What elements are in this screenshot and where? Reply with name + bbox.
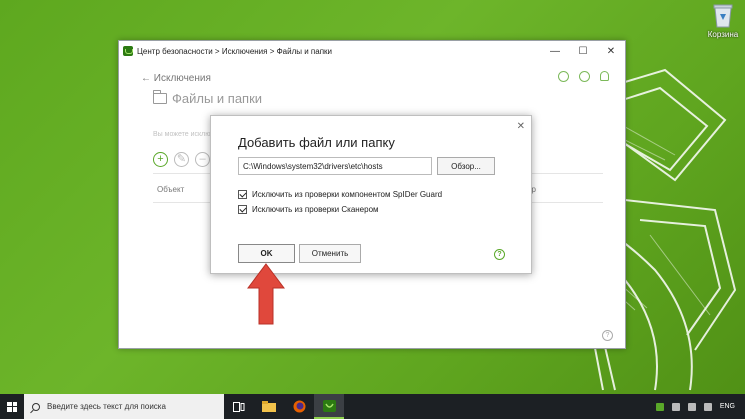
dr-web-icon xyxy=(322,399,336,412)
taskbar-search[interactable]: Введите здесь текст для поиска xyxy=(24,394,224,419)
search-icon xyxy=(32,402,40,411)
gear-icon[interactable] xyxy=(558,71,569,82)
folder-icon xyxy=(152,90,167,104)
taskbar: Введите здесь текст для поиска ENG xyxy=(0,394,745,419)
maximize-button[interactable]: ☐ xyxy=(569,41,597,61)
system-tray: ENG xyxy=(655,402,745,411)
recycle-bin-label: Корзина xyxy=(707,30,739,39)
page-title: Файлы и папки xyxy=(152,90,263,106)
firefox-icon xyxy=(293,400,305,413)
minimize-button[interactable]: — xyxy=(541,41,569,61)
help-icon[interactable]: ? xyxy=(602,330,613,341)
dialog-close-icon[interactable]: ✕ xyxy=(517,121,525,132)
add-file-dialog: ✕ Добавить файл или папку Обзор... Исклю… xyxy=(210,115,532,274)
add-icon[interactable]: + xyxy=(153,152,168,167)
dr-web-app-icon xyxy=(123,46,133,56)
browse-button[interactable]: Обзор... xyxy=(437,157,495,175)
task-view-button[interactable] xyxy=(224,394,254,419)
path-input[interactable] xyxy=(238,157,432,175)
windows-logo-icon xyxy=(7,401,17,412)
start-button[interactable] xyxy=(0,394,24,419)
dr-web-taskbar-button[interactable] xyxy=(314,394,344,419)
delete-icon[interactable]: – xyxy=(195,152,210,167)
exclude-spider-guard-checkbox-row[interactable]: Исключить из проверки компонентом SpIDer… xyxy=(238,190,442,199)
arrow-left-icon: ← xyxy=(141,73,154,84)
column-object[interactable]: Объект xyxy=(157,185,184,194)
exclude-scanner-checkbox[interactable] xyxy=(238,205,247,214)
close-button[interactable]: ✕ xyxy=(597,41,625,61)
exclude-spider-guard-checkbox[interactable] xyxy=(238,190,247,199)
bluetooth-icon[interactable] xyxy=(671,402,680,411)
dialog-help-icon[interactable]: ? xyxy=(494,249,505,260)
recycle-bin[interactable]: Корзина xyxy=(703,2,743,39)
firefox-button[interactable] xyxy=(284,394,314,419)
back-link-label: Исключения xyxy=(153,73,211,84)
bell-icon[interactable] xyxy=(600,71,609,81)
back-link[interactable]: ← Исключения xyxy=(141,73,211,84)
search-placeholder: Введите здесь текст для поиска xyxy=(47,402,166,411)
red-pointer-arrow-icon xyxy=(247,263,285,325)
cancel-button[interactable]: Отменить xyxy=(299,244,361,263)
exclude-scanner-label[interactable]: Исключить из проверки Сканером xyxy=(252,205,379,214)
recycle-bin-icon xyxy=(712,2,734,28)
dialog-title: Добавить файл или папку xyxy=(238,135,395,150)
task-view-icon xyxy=(233,401,245,412)
window-title: Центр безопасности > Исключения > Файлы … xyxy=(137,46,333,56)
dr-web-tray-icon[interactable] xyxy=(655,402,664,411)
title-bar[interactable]: Центр безопасности > Исключения > Файлы … xyxy=(119,41,625,61)
exclude-spider-guard-label[interactable]: Исключить из проверки компонентом SpIDer… xyxy=(252,190,442,199)
edit-icon[interactable]: ✎ xyxy=(174,152,189,167)
file-explorer-icon xyxy=(262,401,276,412)
ok-button[interactable]: OK xyxy=(238,244,295,263)
volume-icon[interactable] xyxy=(703,402,712,411)
language-indicator[interactable]: ENG xyxy=(720,403,735,410)
file-explorer-button[interactable] xyxy=(254,394,284,419)
support-icon[interactable] xyxy=(579,71,590,82)
page-title-label: Файлы и папки xyxy=(172,91,263,106)
network-icon[interactable] xyxy=(687,402,696,411)
exclude-scanner-checkbox-row[interactable]: Исключить из проверки Сканером xyxy=(238,205,379,214)
